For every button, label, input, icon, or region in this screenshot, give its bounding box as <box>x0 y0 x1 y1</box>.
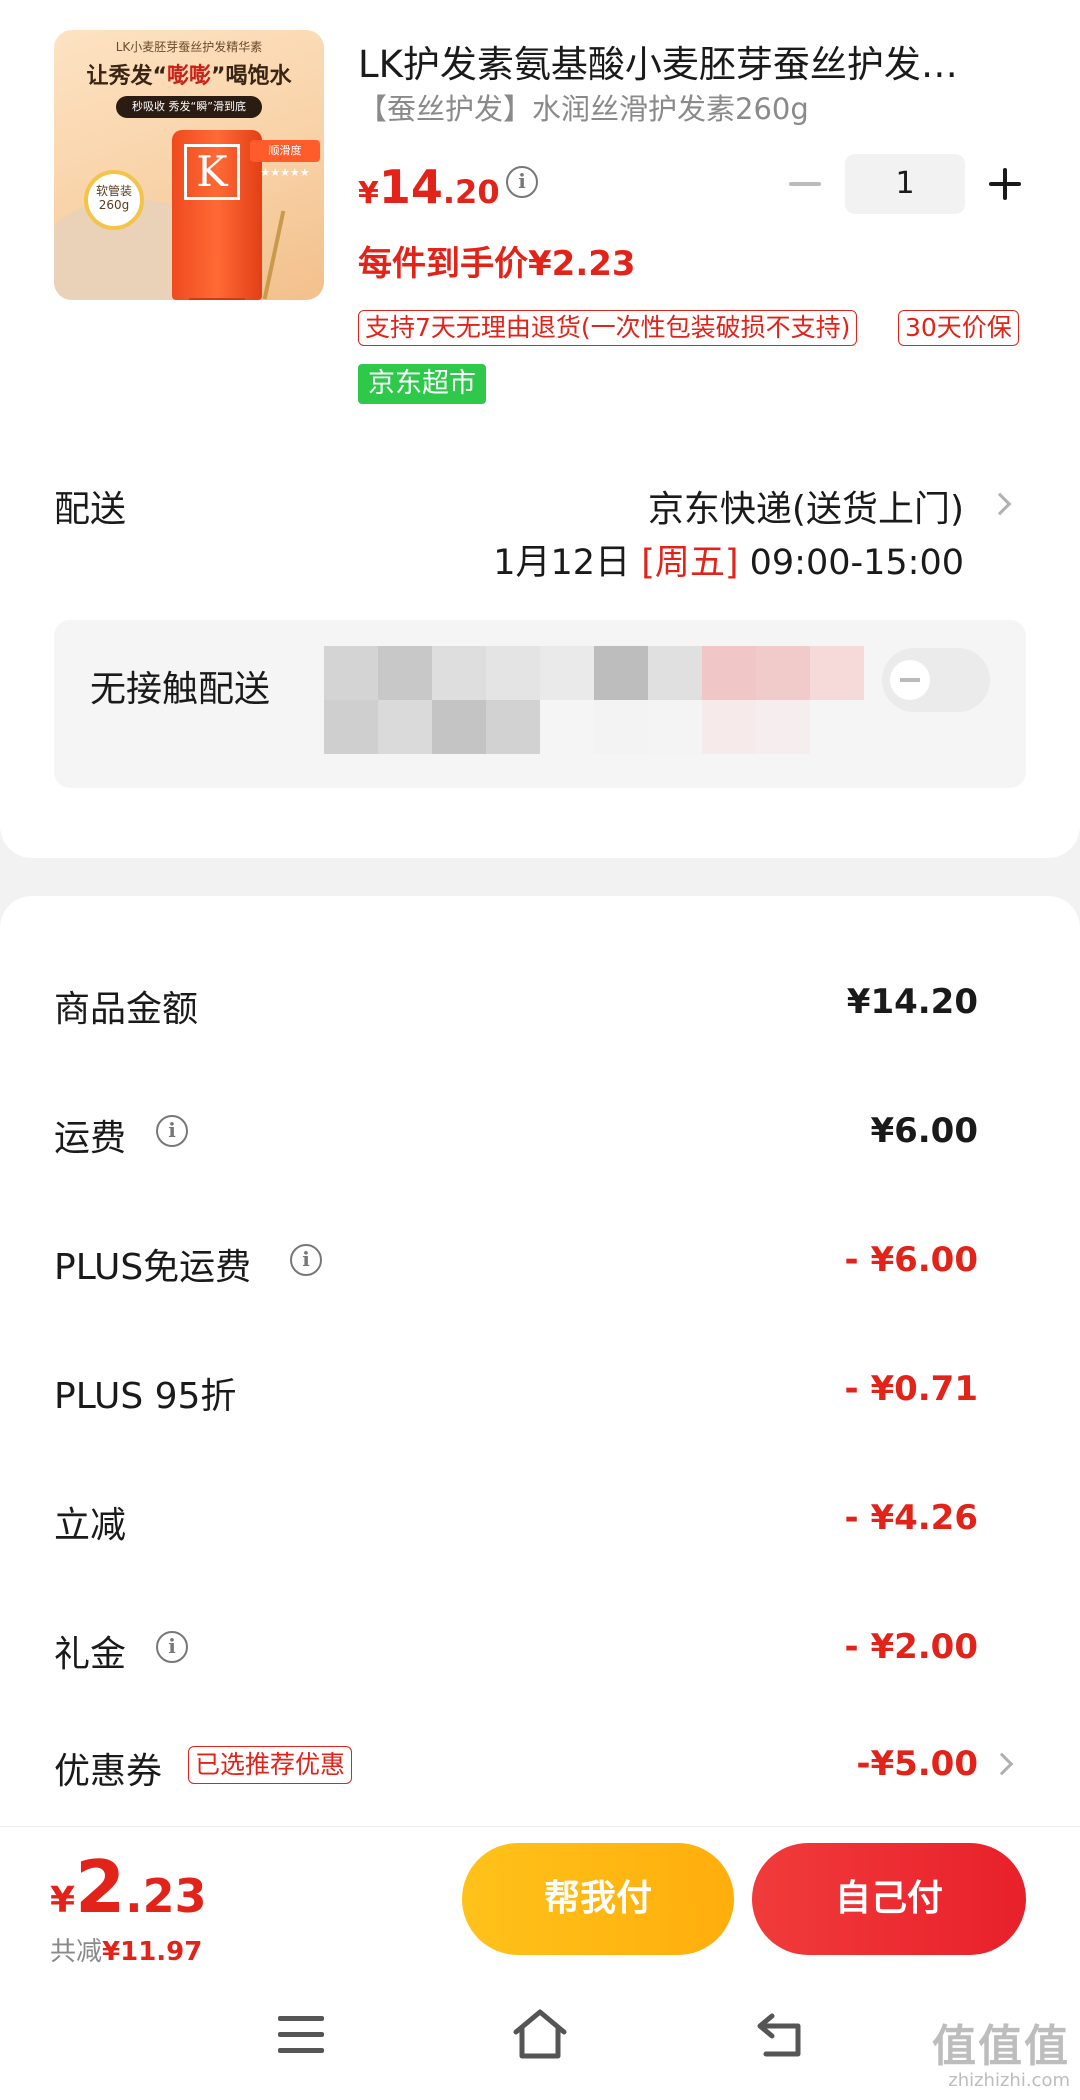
coupon-value: -¥5.00 <box>856 1744 978 1784</box>
product-price: ¥14.20 <box>358 160 500 214</box>
product-image-rating: 顺滑度★★★★★ <box>250 140 320 179</box>
total-price: ¥2.23 <box>50 1845 207 1929</box>
cost-value: ¥6.00 <box>870 1111 978 1151</box>
menu-icon[interactable] <box>278 2016 324 2056</box>
product-image-size-badge: 软管装 260g <box>84 170 144 230</box>
wheat-decoration <box>262 210 286 300</box>
gift-money-info-icon[interactable]: i <box>156 1631 188 1663</box>
toggle-knob <box>890 660 930 700</box>
delivery-method[interactable]: 京东快递(送货上门) <box>648 480 964 532</box>
return-policy-tag: 支持7天无理由退货(一次性包装破损不支持) <box>358 310 858 346</box>
product-tube-cap <box>189 298 245 300</box>
cost-row: 运费 i ¥6.00 <box>0 1101 1080 1161</box>
unit-price: 每件到手价¥2.23 <box>358 244 636 284</box>
cost-label: PLUS免运费 <box>54 1247 252 1288</box>
system-navigation-bar <box>0 1986 1080 2100</box>
cost-row: PLUS免运费 i - ¥6.00 <box>0 1230 1080 1290</box>
cost-label: 运费 <box>54 1118 127 1159</box>
contactless-delivery-row: 无接触配送 <box>54 620 1026 788</box>
delivery-time[interactable]: 1月12日 [周五] 09:00-15:00 <box>493 534 964 585</box>
cost-value: - ¥2.00 <box>844 1627 979 1667</box>
back-icon[interactable] <box>752 2010 808 2060</box>
product-image-headline: 让秀发“嘭嘭”喝饱水 <box>86 64 292 89</box>
home-icon[interactable] <box>510 2006 570 2062</box>
cost-label: PLUS 95折 <box>54 1376 237 1417</box>
chevron-right-icon[interactable] <box>990 1752 1014 1776</box>
product-image-pill: 秒吸收 秀发“瞬”滑到底 <box>116 96 262 118</box>
product-spec: 【蚕丝护发】水润丝滑护发素260g <box>358 92 809 126</box>
site-watermark: 值值值 zhizhizhi.com <box>932 2021 1070 2091</box>
cost-label: 商品金额 <box>54 989 199 1030</box>
price-protection-tag: 30天价保 <box>898 310 1019 346</box>
product-tube: K <box>172 130 262 300</box>
quantity-input[interactable]: 1 <box>845 154 965 214</box>
cost-row: 礼金 i - ¥2.00 <box>0 1617 1080 1677</box>
cost-value: - ¥6.00 <box>844 1240 979 1280</box>
price-info-icon[interactable]: i <box>506 166 538 198</box>
cost-value: - ¥4.26 <box>844 1498 979 1538</box>
product-image-tagline: LK小麦胚芽蚕丝护发精华素 <box>115 40 263 54</box>
order-item-card: LK小麦胚芽蚕丝护发精华素 让秀发“嘭嘭”喝饱水 秒吸收 秀发“瞬”滑到底 软管… <box>0 0 1080 858</box>
redacted-info <box>324 646 884 754</box>
cost-breakdown-card: 商品金额 ¥14.20 运费 i ¥6.00 PLUS免运费 i - ¥6.00… <box>0 896 1080 1826</box>
coupon-label: 优惠券 <box>54 1751 163 1792</box>
shipping-info-icon[interactable]: i <box>156 1115 188 1147</box>
checkout-bar: ¥2.23 共减¥11.97 帮我付 自己付 <box>0 1826 1080 1986</box>
quantity-minus-button[interactable] <box>785 164 825 204</box>
cost-label: 立减 <box>54 1505 127 1546</box>
contactless-delivery-label: 无接触配送 <box>90 669 271 710</box>
product-title[interactable]: LK护发素氨基酸小麦胚芽蚕丝护发… <box>358 34 1008 88</box>
coupon-row[interactable]: 优惠券 已选推荐优惠 -¥5.00 <box>0 1734 1080 1794</box>
cost-value: - ¥0.71 <box>844 1369 979 1409</box>
contactless-delivery-toggle[interactable] <box>882 648 990 712</box>
help-me-pay-button[interactable]: 帮我付 <box>462 1843 734 1955</box>
cost-row: 商品金额 ¥14.20 <box>0 972 1080 1032</box>
store-tag: 京东超市 <box>358 364 486 404</box>
cost-row: 立减 - ¥4.26 <box>0 1488 1080 1548</box>
plus-shipping-info-icon[interactable]: i <box>290 1244 322 1276</box>
product-image[interactable]: LK小麦胚芽蚕丝护发精华素 让秀发“嘭嘭”喝饱水 秒吸收 秀发“瞬”滑到底 软管… <box>54 30 324 300</box>
product-logo: K <box>184 144 240 200</box>
delivery-label: 配送 <box>54 489 127 530</box>
coupon-recommended-tag: 已选推荐优惠 <box>188 1746 353 1784</box>
quantity-plus-button[interactable] <box>985 164 1025 204</box>
cost-label: 礼金 <box>54 1634 127 1675</box>
pay-myself-button[interactable]: 自己付 <box>752 1843 1026 1955</box>
cost-value: ¥14.20 <box>846 982 978 1022</box>
cost-row: PLUS 95折 - ¥0.71 <box>0 1359 1080 1419</box>
chevron-right-icon[interactable] <box>988 492 1012 516</box>
total-saved: 共减¥11.97 <box>50 1937 203 1967</box>
